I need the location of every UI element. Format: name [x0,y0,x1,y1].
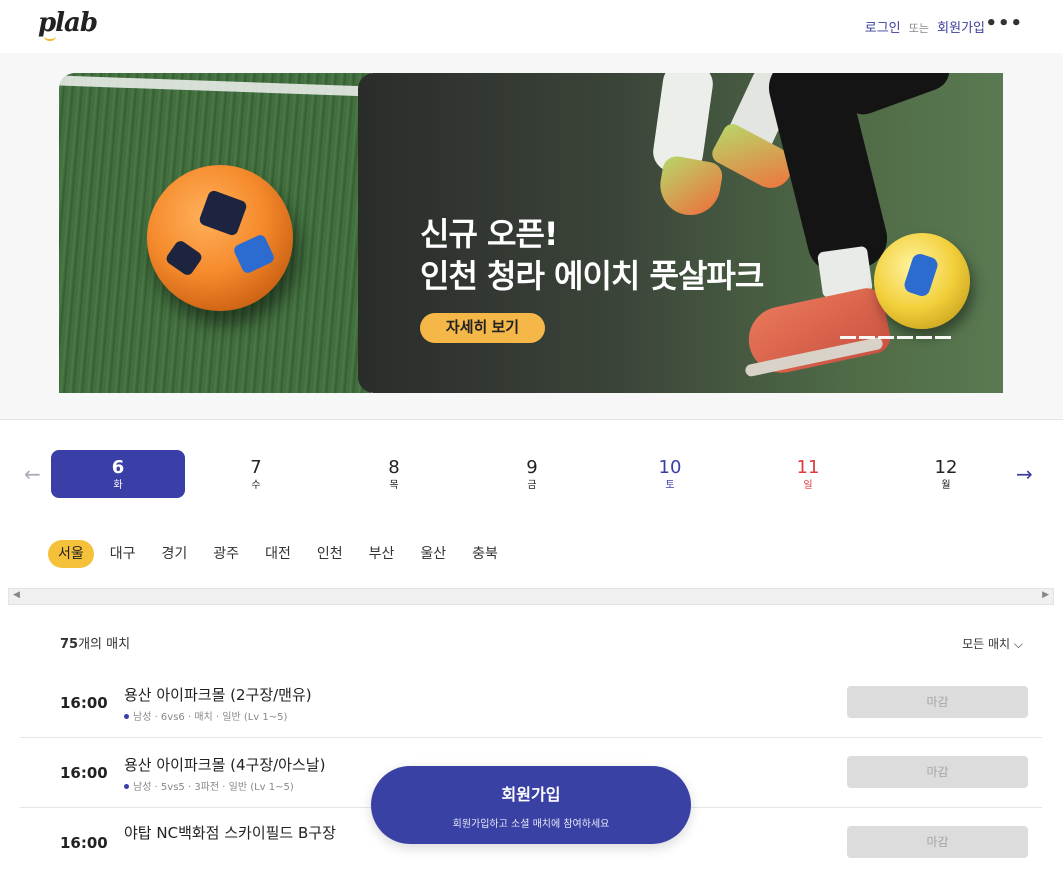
region-chip[interactable]: 인천 [307,540,353,568]
region-chip[interactable]: 부산 [359,540,405,568]
match-time: 16:00 [60,834,108,852]
banner-main-slide[interactable]: 신규 오픈! 인천 청라 에이치 풋살파크 자세히 보기 [358,73,1003,393]
scroll-right-icon[interactable]: ▶ [1042,590,1049,600]
match-time: 16:00 [60,764,108,782]
banner-prev-slide[interactable] [59,73,371,393]
signup-cta-title: 회원가입 [501,785,561,804]
date-item[interactable]: 7 수 [189,450,323,498]
region-chip[interactable]: 광주 [203,540,249,568]
gender-dot-icon [124,714,129,719]
date-item[interactable]: 10 토 [603,450,737,498]
slide-indicator[interactable] [840,336,951,339]
banner-section: 신규 오픈! 인천 청라 에이치 풋살파크 자세히 보기 [0,53,1063,420]
region-filter: 서울 대구 경기 광주 대전 인천 부산 울산 충북 [48,540,508,568]
status-closed-button[interactable]: 마감 [847,826,1028,858]
top-header: plab 로그인 또는 회원가입 ••• [0,0,1063,53]
login-link[interactable]: 로그인 [865,21,901,36]
match-count: 75개의 매치 [60,637,131,652]
match-title[interactable]: 용산 아이파크몰 (4구장/아스날) [124,754,325,775]
region-chip[interactable]: 대전 [255,540,301,568]
auth-separator: 또는 [908,22,930,35]
date-item[interactable]: 12 월 [879,450,1013,498]
match-title[interactable]: 야탑 NC백화점 스카이필드 B구장 [124,822,336,843]
gender-dot-icon [124,784,129,789]
match-meta: 남성 · 5vs5 · 3파전 · 일반 (Lv 1~5) [124,778,294,793]
region-chip[interactable]: 대구 [100,540,146,568]
chevron-down-icon: ⌵ [1013,637,1023,651]
detail-button[interactable]: 자세히 보기 [420,313,545,343]
field-line [59,75,371,97]
banner-title: 신규 오픈! 인천 청라 에이치 풋살파크 [420,215,764,295]
date-item[interactable]: 6 화 [51,450,185,498]
yellow-ball-image [874,233,970,329]
region-chip[interactable]: 충북 [462,540,508,568]
match-title[interactable]: 용산 아이파크몰 (2구장/맨유) [124,684,312,705]
date-item[interactable]: 9 금 [465,450,599,498]
region-chip[interactable]: 경기 [152,540,198,568]
status-closed-button[interactable]: 마감 [847,756,1028,788]
arrow-right-icon[interactable]: → [1016,462,1033,486]
logo[interactable]: plab [38,8,98,38]
auth-links: 로그인 또는 회원가입 [865,17,985,36]
region-chip[interactable]: 울산 [410,540,456,568]
more-dots-icon[interactable]: ••• [985,13,1023,34]
date-item[interactable]: 8 목 [327,450,461,498]
logo-smile-icon [44,36,56,41]
match-time: 16:00 [60,694,108,712]
horizontal-scrollbar[interactable]: ◀ ▶ [8,588,1054,605]
region-chip[interactable]: 서울 [48,540,94,568]
shoe-image [655,154,725,220]
arrow-left-icon[interactable]: ← [24,462,41,486]
status-closed-button[interactable]: 마감 [847,686,1028,718]
match-sort-dropdown[interactable]: 모든 매치 ⌵ [962,635,1023,652]
date-item[interactable]: 11 일 [741,450,875,498]
signup-cta-button[interactable]: 회원가입 회원가입하고 소셜 매치에 참여하세요 [371,766,691,844]
match-row[interactable]: 16:00 용산 아이파크몰 (2구장/맨유) 남성 · 6vs6 · 매치 ·… [20,668,1042,738]
orange-ball-image [147,165,293,311]
signup-cta-subtitle: 회원가입하고 소셜 매치에 참여하세요 [452,819,610,830]
match-meta: 남성 · 6vs6 · 매치 · 일반 (Lv 1~5) [124,708,287,723]
scroll-left-icon[interactable]: ◀ [13,590,20,600]
signup-link[interactable]: 회원가입 [937,21,985,36]
